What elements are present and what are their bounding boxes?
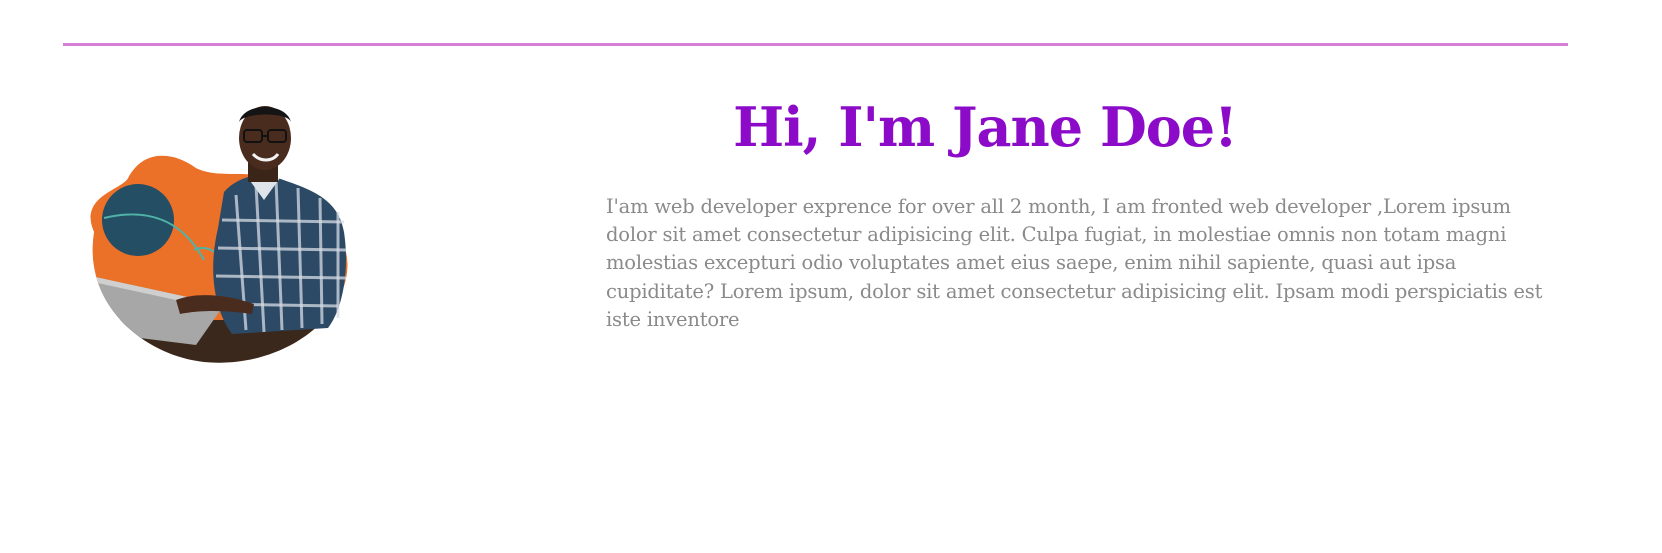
hero-title: Hi, I'm Jane Doe!	[733, 95, 1238, 159]
profile-image	[76, 100, 356, 368]
profile-illustration	[90, 106, 348, 363]
hero-bio: I'am web developer exprence for over all…	[606, 195, 1543, 331]
top-divider	[63, 43, 1568, 46]
